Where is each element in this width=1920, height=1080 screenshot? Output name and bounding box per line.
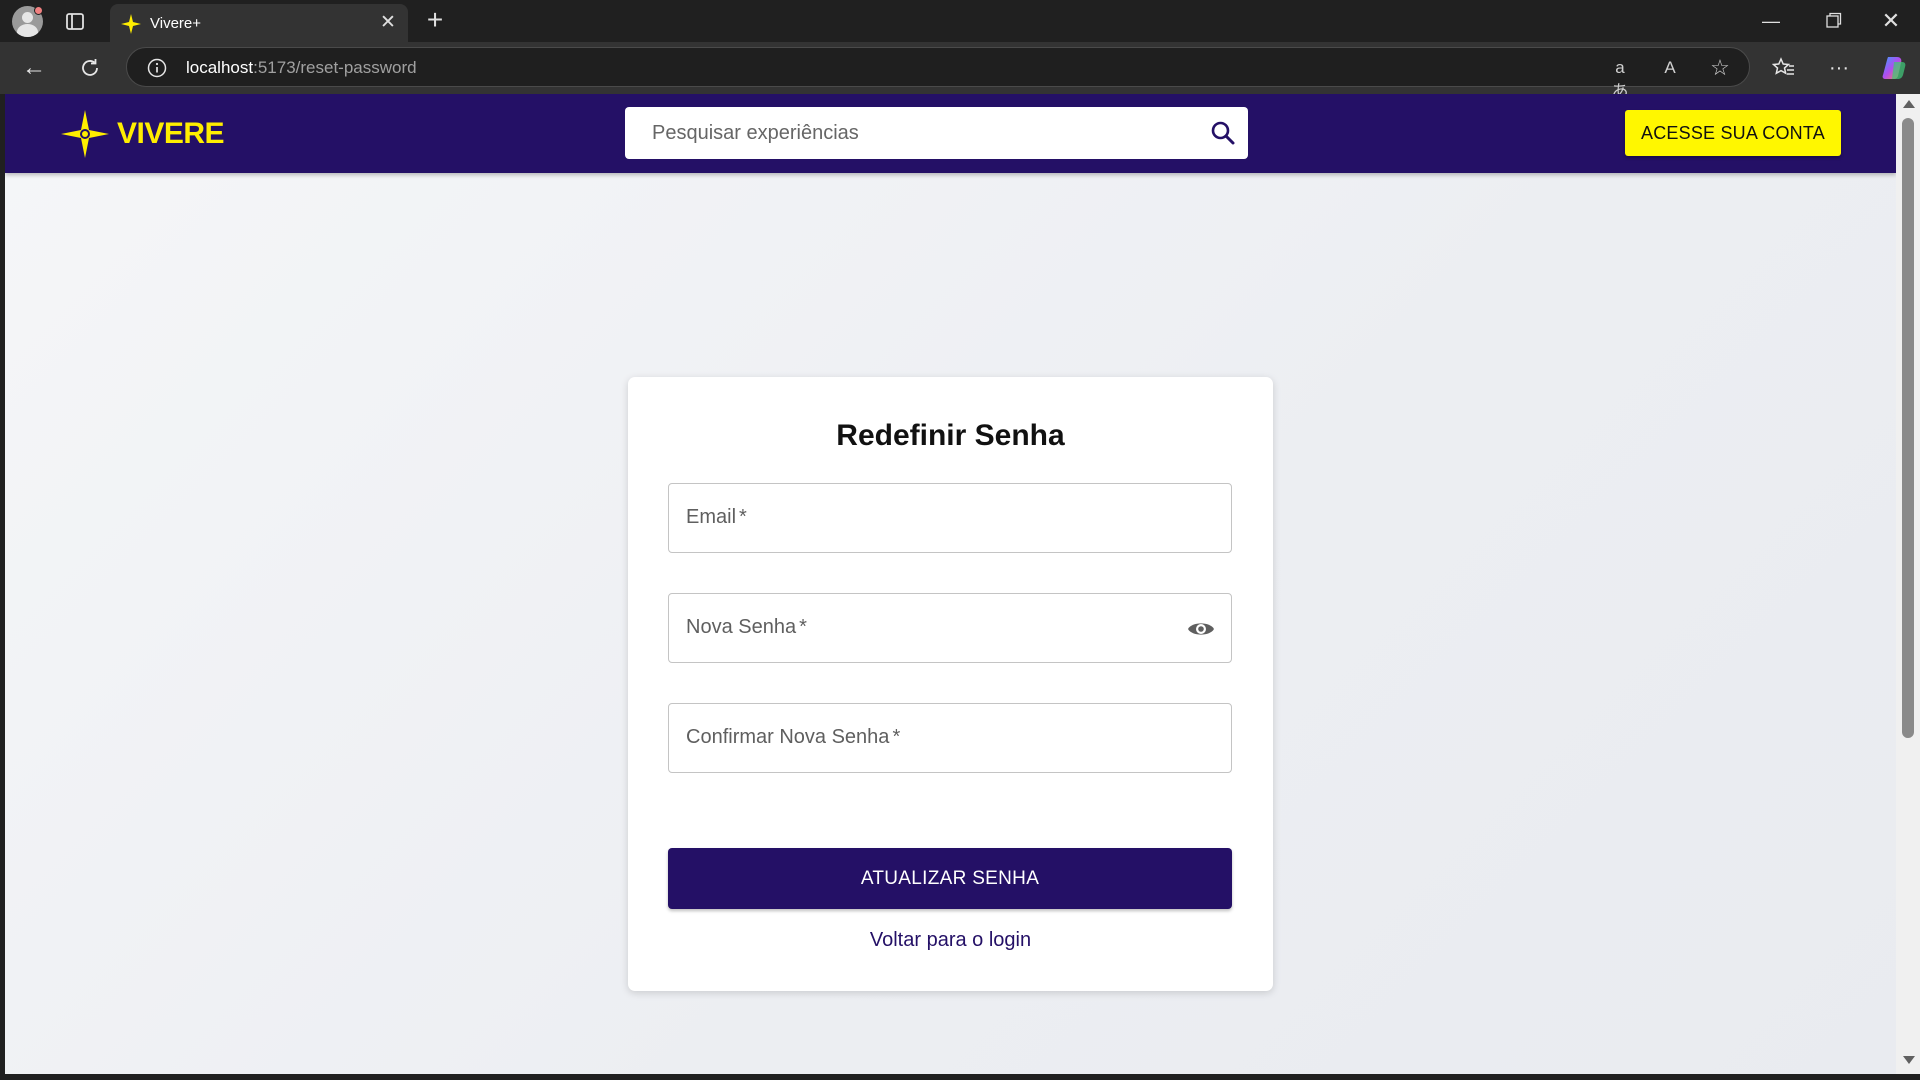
confirm-password-label: Confirmar Nova Senha * [686, 726, 900, 749]
logo[interactable]: VIVERE [59, 108, 225, 160]
back-to-login-link[interactable]: Voltar para o login [628, 929, 1273, 952]
window-border [0, 94, 5, 1080]
site-info-icon[interactable] [147, 58, 167, 78]
notification-dot [34, 6, 43, 15]
page-viewport: VIVERE ACESSE SUA CONTA Redefinir Senha … [5, 94, 1896, 1074]
restore-icon[interactable] [1818, 10, 1848, 32]
scrollbar-thumb[interactable] [1902, 118, 1914, 738]
confirm-password-field[interactable]: Confirmar Nova Senha * [668, 703, 1232, 773]
translate-icon[interactable]: aあ [1607, 56, 1633, 101]
app-header: VIVERE ACESSE SUA CONTA [5, 94, 1896, 173]
logo-text: VIVERE [117, 117, 225, 150]
address-bar[interactable]: localhost:5173/reset-password aあ A ☆ [126, 47, 1750, 101]
star-icon [120, 13, 142, 35]
tab-title: Vivere+ [150, 15, 202, 32]
url-text[interactable]: localhost:5173/reset-password [186, 58, 417, 78]
url-host: localhost [186, 58, 254, 77]
close-tab-icon[interactable]: ✕ [377, 12, 399, 34]
show-password-eye-icon[interactable] [1186, 616, 1216, 642]
new-password-field[interactable]: Nova Senha * [668, 593, 1232, 663]
back-icon[interactable]: ← [16, 50, 52, 86]
minimize-icon[interactable]: — [1756, 10, 1786, 32]
email-label: Email * [686, 506, 747, 529]
search-icon[interactable] [1210, 120, 1236, 146]
close-window-icon[interactable]: ✕ [1876, 8, 1906, 34]
search-box [625, 107, 1248, 159]
confirm-password-label-text: Confirmar Nova Senha [686, 726, 890, 748]
new-tab-icon[interactable]: + [422, 6, 448, 34]
copilot-icon[interactable] [1876, 50, 1912, 86]
tab-actions-icon[interactable] [62, 11, 88, 33]
logo-star-icon [61, 110, 109, 158]
reset-password-card: Redefinir Senha Email * Nova Senha * Confi… [628, 377, 1273, 991]
new-password-label: Nova Senha * [686, 616, 807, 639]
page-title: Redefinir Senha [836, 419, 1065, 452]
browser-tab-strip: Vivere+ ✕ + — ✕ [0, 0, 1920, 42]
url-path: :5173/reset-password [253, 58, 417, 77]
browser-tab-active[interactable]: Vivere+ ✕ [110, 4, 408, 42]
email-field[interactable]: Email * [668, 483, 1232, 553]
favorite-star-icon[interactable]: ☆ [1707, 56, 1733, 80]
required-mark: * [799, 616, 807, 638]
scroll-down-arrow-icon[interactable] [1903, 1056, 1915, 1064]
required-mark: * [739, 506, 747, 528]
required-mark: * [892, 726, 901, 748]
scroll-up-arrow-icon[interactable] [1903, 100, 1915, 108]
favorites-icon[interactable] [1766, 50, 1802, 86]
email-label-text: Email [686, 506, 737, 528]
more-icon[interactable]: ··· [1821, 50, 1857, 86]
browser-toolbar: ← localhost:5173/reset-password aあ A ☆ ·… [0, 42, 1920, 101]
window-border [0, 1074, 1920, 1080]
new-password-label-text: Nova Senha [686, 616, 797, 638]
update-password-button[interactable]: ATUALIZAR SENHA [668, 848, 1232, 909]
login-button[interactable]: ACESSE SUA CONTA [1625, 110, 1841, 156]
read-aloud-icon[interactable]: A [1657, 56, 1683, 80]
page-scrollbar[interactable] [1896, 94, 1920, 1074]
search-input[interactable] [625, 107, 1195, 159]
refresh-icon[interactable] [72, 50, 108, 86]
